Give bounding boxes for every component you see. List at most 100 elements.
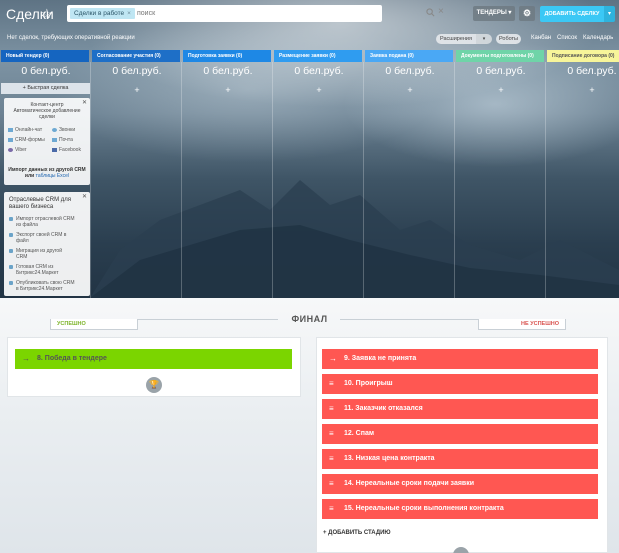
industry-title-line2: вашего бизнеса	[9, 204, 54, 210]
industry-migration[interactable]: Миграция из другой CRM	[9, 248, 62, 260]
ind-line: из файла	[16, 222, 38, 228]
stage-header[interactable]: Новый тендер (0)	[1, 50, 89, 62]
arrow-right-icon: →	[22, 354, 30, 363]
viber-icon	[8, 147, 13, 152]
add-deal-plus-icon[interactable]: +	[456, 85, 546, 95]
stage-header-label: Новый тендер (0)	[6, 53, 50, 59]
cc-item-label: Facebook	[59, 147, 81, 153]
success-stage-label: 8. Победа в тендере	[37, 355, 107, 362]
fail-stage-label: 14. Нереальные сроки подачи заявки	[344, 480, 475, 487]
add-deal-plus-icon[interactable]: +	[547, 85, 619, 95]
ind-line: файл	[16, 238, 29, 244]
filter-search-box[interactable]: Сделки в работе× ×	[67, 5, 444, 22]
cc-viber[interactable]: Viber	[8, 147, 27, 153]
fail-stage-label: 13. Низкая цена контракта	[344, 455, 435, 462]
fail-stage[interactable]: ≡ 15. Нереальные сроки выполнения контрак…	[322, 499, 598, 519]
drag-handle-icon[interactable]: ≡	[329, 399, 334, 419]
stage-header[interactable]: Документы подготовлены (0)	[456, 50, 544, 62]
top-header: Сделки ☆ Сделки в работе× × ТЕНДЕРЫ ▾ ⚙ …	[0, 0, 619, 30]
stage-header[interactable]: Подписание договора (0)	[547, 50, 619, 62]
cc-facebook[interactable]: Facebook	[52, 147, 81, 153]
drag-handle-icon[interactable]: ≡	[329, 449, 334, 469]
fail-stage[interactable]: ≡ 12. Спам	[322, 424, 598, 444]
cc-title-line3: сделки	[39, 114, 55, 120]
add-deal-plus-icon[interactable]: +	[365, 85, 455, 95]
drag-handle-icon[interactable]: ≡	[329, 499, 334, 519]
cc-online-chat[interactable]: Онлайн-чат	[8, 127, 42, 133]
stage-sum: 0 бел.руб.	[294, 65, 344, 77]
column-divider	[181, 62, 182, 298]
extensions-button[interactable]: Расширения	[436, 34, 476, 44]
fail-stage-label: 15. Нереальные сроки выполнения контракт…	[344, 505, 504, 512]
close-icon[interactable]: ✕	[82, 193, 87, 200]
cc-mail[interactable]: Почта	[52, 137, 73, 143]
ind-line: Битрикс24.Маркет	[16, 270, 59, 276]
search-icon[interactable]	[426, 8, 435, 17]
clear-icon[interactable]: ×	[438, 6, 444, 17]
industry-publish[interactable]: Опубликовать свою CRM в Битрикс24.Маркет	[9, 280, 75, 292]
fail-stage-label: 12. Спам	[344, 430, 375, 437]
industry-crm-widget: ✕ Отраслевые CRM для вашего бизнеса Импо…	[4, 192, 90, 296]
filter-chip[interactable]: Сделки в работе ×	[70, 8, 135, 19]
form-icon	[8, 137, 13, 142]
industry-export[interactable]: Экспорт своей CRM в файл	[9, 232, 66, 244]
stage-header[interactable]: Размещение заявки (0)	[274, 50, 362, 62]
filter-chip-label: Сделки в работе	[74, 10, 125, 17]
stage-header-label: Заявка подана (0)	[370, 53, 414, 59]
column-divider	[454, 62, 455, 298]
stage-header-label: Документы подготовлены (0)	[461, 53, 534, 59]
fail-stage-label: 9. Заявка не принята	[344, 355, 417, 362]
stage-sum: 0 бел.руб.	[112, 65, 162, 77]
tenders-dropdown[interactable]: ТЕНДЕРЫ ▾	[473, 6, 515, 21]
drag-handle-icon[interactable]: ≡	[329, 474, 334, 494]
add-deal-plus-icon[interactable]: +	[183, 85, 273, 95]
add-stage-button[interactable]: + ДОБАВИТЬ СТАДИЮ	[323, 530, 391, 536]
view-kanban[interactable]: Канбан	[531, 35, 551, 41]
stage-header-label: Подготовка заявки (0)	[188, 53, 243, 59]
settings-gear-icon[interactable]: ⚙	[519, 6, 535, 21]
stage-header[interactable]: Согласование участия (0)	[92, 50, 180, 62]
view-calendar[interactable]: Календарь	[583, 35, 613, 41]
mail-icon	[52, 137, 57, 142]
add-deal-button[interactable]: ДОБАВИТЬ СДЕЛКУ	[540, 6, 604, 22]
chip-close-icon[interactable]: ×	[127, 10, 131, 17]
industry-import[interactable]: Импорт отраслевой CRM из файла	[9, 216, 75, 228]
fail-stage[interactable]: ≡ 10. Проигрыш	[322, 374, 598, 394]
robots-button[interactable]: Роботы	[496, 34, 521, 44]
add-deal-dropdown-icon[interactable]: ▾	[604, 6, 615, 22]
column-divider	[363, 62, 364, 298]
success-stage[interactable]: → 8. Победа в тендере	[15, 349, 292, 369]
stage-header[interactable]: Подготовка заявки (0)	[183, 50, 271, 62]
success-tab[interactable]: УСПЕШНО	[50, 319, 138, 330]
industry-market[interactable]: Готовая CRM из Битрикс24.Маркет	[9, 264, 59, 276]
drag-handle-icon[interactable]: ≡	[329, 374, 334, 394]
cc-crm-forms[interactable]: CRM-формы	[8, 137, 45, 143]
quick-deal-button[interactable]: + Быстрая сделка	[1, 83, 90, 94]
view-list[interactable]: Список	[557, 35, 577, 41]
stage-header[interactable]: Заявка подана (0)	[365, 50, 453, 62]
cc-item-label: Почта	[59, 137, 73, 143]
fail-stage[interactable]: ≡ 11. Заказчик отказался	[322, 399, 598, 419]
fail-stage[interactable]: ≡ 13. Низкая цена контракта	[322, 449, 598, 469]
fail-tab[interactable]: НЕ УСПЕШНО	[478, 319, 566, 330]
arrow-right-icon: →	[329, 354, 337, 363]
fail-stage[interactable]: → 9. Заявка не принята	[322, 349, 598, 369]
industry-title-line1: Отраслевые CRM для	[9, 197, 72, 203]
fail-stage[interactable]: ≡ 14. Нереальные сроки подачи заявки	[322, 474, 598, 494]
add-deal-plus-icon[interactable]: +	[274, 85, 364, 95]
trophy-icon: 🏆	[146, 377, 162, 393]
mountain-silhouette	[90, 180, 619, 298]
stage-sum: 0 бел.руб.	[203, 65, 253, 77]
extensions-dropdown-icon[interactable]: ▾	[476, 34, 492, 44]
cc-import-or: или	[24, 173, 35, 179]
drag-handle-icon[interactable]: ≡	[329, 424, 334, 444]
stage-sum: 0 бел.руб.	[385, 65, 435, 77]
search-input[interactable]	[137, 7, 327, 20]
contact-center-widget: ✕ Контакт-центр Автоматическое добавлени…	[4, 98, 90, 185]
star-icon[interactable]: ☆	[41, 6, 53, 22]
cc-calls[interactable]: Звонки	[52, 127, 75, 133]
add-deal-plus-icon[interactable]: +	[92, 85, 182, 95]
cc-excel-link[interactable]: таблицы Excel	[36, 173, 69, 179]
cc-import-link[interactable]: Импорт данных из другой CRM или таблицы …	[4, 167, 90, 179]
notice-text: Нет сделок, требующих оперативной реакци…	[7, 35, 135, 41]
